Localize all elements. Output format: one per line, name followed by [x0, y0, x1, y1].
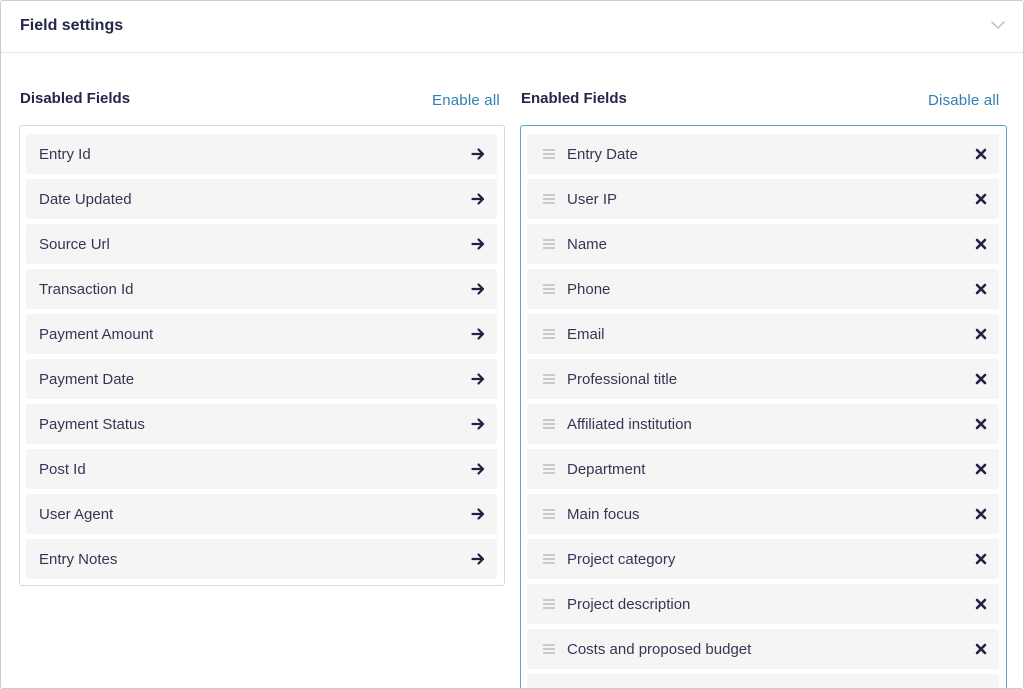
close-icon[interactable] [975, 508, 987, 520]
arrow-right-icon[interactable] [471, 237, 485, 251]
disabled-field-date-updated[interactable]: Date Updated [26, 179, 497, 219]
field-label: Project description [567, 595, 691, 613]
close-icon[interactable] [975, 418, 987, 430]
field-label: Main focus [567, 505, 640, 523]
field-label: Payment Amount [39, 325, 154, 343]
field-label: Name [567, 235, 608, 253]
arrow-right-icon[interactable] [471, 507, 485, 521]
close-icon[interactable] [975, 598, 987, 610]
field-label: User Agent [39, 505, 114, 523]
chevron-down-icon[interactable] [989, 16, 1007, 34]
disabled-fields-list: Entry Id Date Updated Source Url Transactio… [19, 125, 505, 586]
field-label: Entry Notes [39, 550, 118, 568]
enabled-fields-list: Entry Date User IP Name Phone Email Professio… [520, 125, 1007, 689]
drag-handle-icon[interactable] [543, 374, 555, 384]
enabled-field-department[interactable]: Department [527, 449, 999, 489]
disabled-field-post-id[interactable]: Post Id [26, 449, 497, 489]
field-label: Phone [567, 280, 611, 298]
field-label: Department [567, 460, 646, 478]
arrow-right-icon[interactable] [471, 417, 485, 431]
enabled-field-project-category[interactable]: Project category [527, 539, 999, 579]
disabled-field-entry-notes[interactable]: Entry Notes [26, 539, 497, 579]
arrow-right-icon[interactable] [471, 462, 485, 476]
drag-handle-icon[interactable] [543, 599, 555, 609]
field-label: Transaction Id [39, 280, 134, 298]
drag-handle-icon[interactable] [543, 644, 555, 654]
field-label: Entry Id [39, 145, 91, 163]
field-label: Post Id [39, 460, 86, 478]
enabled-field-main-focus[interactable]: Main focus [527, 494, 999, 534]
field-label: Affiliated institution [567, 415, 692, 433]
field-label: Payment Date [39, 370, 135, 388]
close-icon[interactable] [975, 283, 987, 295]
disabled-field-entry-id[interactable]: Entry Id [26, 134, 497, 174]
field-label: User IP [567, 190, 618, 208]
drag-handle-icon[interactable] [543, 554, 555, 564]
arrow-right-icon[interactable] [471, 327, 485, 341]
field-label: Email [567, 325, 605, 343]
drag-handle-icon[interactable] [543, 284, 555, 294]
enabled-field-email[interactable]: Email [527, 314, 999, 354]
enabled-field-affiliated-institution[interactable]: Affiliated institution [527, 404, 999, 444]
enable-all-link[interactable]: Enable all [432, 92, 500, 109]
field-label: Payment Status [39, 415, 145, 433]
drag-handle-icon[interactable] [543, 419, 555, 429]
enabled-fields-title: Enabled Fields [521, 90, 627, 107]
disabled-fields-title: Disabled Fields [20, 90, 131, 107]
arrow-right-icon[interactable] [471, 147, 485, 161]
disabled-field-payment-status[interactable]: Payment Status [26, 404, 497, 444]
enabled-field-entry-date[interactable]: Entry Date [527, 134, 999, 174]
close-icon[interactable] [975, 328, 987, 340]
drag-handle-icon[interactable] [543, 329, 555, 339]
drag-handle-icon[interactable] [543, 464, 555, 474]
disabled-field-user-agent[interactable]: User Agent [26, 494, 497, 534]
close-icon[interactable] [975, 373, 987, 385]
drag-handle-icon[interactable] [543, 194, 555, 204]
field-label: Professional title [567, 370, 678, 388]
field-label: Source Url [39, 235, 110, 253]
arrow-right-icon[interactable] [471, 192, 485, 206]
drag-handle-icon[interactable] [543, 149, 555, 159]
disabled-field-transaction-id[interactable]: Transaction Id [26, 269, 497, 309]
close-icon[interactable] [975, 553, 987, 565]
arrow-right-icon[interactable] [471, 552, 485, 566]
enabled-field-professional-title[interactable]: Professional title [527, 359, 999, 399]
close-icon[interactable] [975, 193, 987, 205]
enabled-field-timeline[interactable]: Timeline [527, 674, 999, 689]
disabled-field-source-url[interactable]: Source Url [26, 224, 497, 264]
enabled-field-phone[interactable]: Phone [527, 269, 999, 309]
drag-handle-icon[interactable] [543, 509, 555, 519]
field-label: Project category [567, 550, 676, 568]
close-icon[interactable] [975, 643, 987, 655]
field-label: Costs and proposed budget [567, 640, 752, 658]
panel-header[interactable]: Field settings [1, 1, 1023, 53]
arrow-right-icon[interactable] [471, 372, 485, 386]
field-settings-panel: Field settings Disabled Fields Enable al… [0, 0, 1024, 689]
arrow-right-icon[interactable] [471, 282, 485, 296]
panel-title: Field settings [20, 17, 124, 34]
enabled-field-costs-and-proposed-budget[interactable]: Costs and proposed budget [527, 629, 999, 669]
field-label: Timeline [567, 686, 623, 689]
enabled-field-user-ip[interactable]: User IP [527, 179, 999, 219]
disabled-field-payment-date[interactable]: Payment Date [26, 359, 497, 399]
enabled-field-name[interactable]: Name [527, 224, 999, 264]
disable-all-link[interactable]: Disable all [928, 92, 999, 109]
drag-handle-icon[interactable] [543, 239, 555, 249]
field-label: Entry Date [567, 145, 638, 163]
close-icon[interactable] [975, 463, 987, 475]
field-label: Date Updated [39, 190, 132, 208]
disabled-field-payment-amount[interactable]: Payment Amount [26, 314, 497, 354]
enabled-field-project-description[interactable]: Project description [527, 584, 999, 624]
close-icon[interactable] [975, 148, 987, 160]
close-icon[interactable] [975, 238, 987, 250]
